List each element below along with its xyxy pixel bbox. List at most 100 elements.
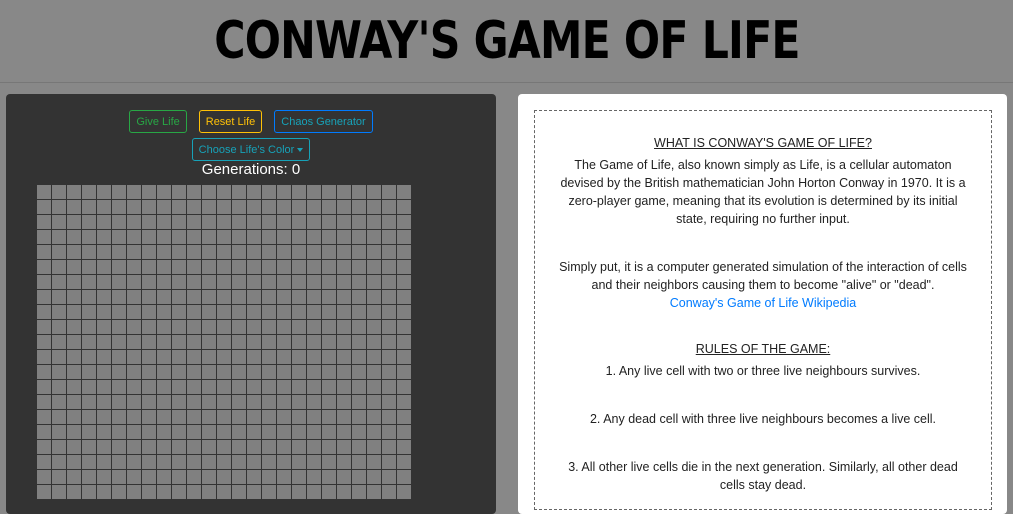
- grid-cell[interactable]: [232, 320, 246, 334]
- grid-cell[interactable]: [187, 275, 201, 289]
- grid-cell[interactable]: [232, 395, 246, 409]
- grid-cell[interactable]: [307, 365, 321, 379]
- grid-cell[interactable]: [67, 305, 81, 319]
- grid-cell[interactable]: [112, 230, 126, 244]
- grid-cell[interactable]: [337, 275, 351, 289]
- grid-cell[interactable]: [352, 320, 366, 334]
- grid-cell[interactable]: [157, 470, 171, 484]
- grid-cell[interactable]: [142, 365, 156, 379]
- grid-cell[interactable]: [67, 470, 81, 484]
- grid-cell[interactable]: [292, 410, 306, 424]
- grid-cell[interactable]: [187, 395, 201, 409]
- grid-cell[interactable]: [142, 185, 156, 199]
- grid-cell[interactable]: [292, 440, 306, 454]
- grid-cell[interactable]: [367, 230, 381, 244]
- grid-cell[interactable]: [247, 305, 261, 319]
- grid-cell[interactable]: [382, 245, 396, 259]
- grid-cell[interactable]: [112, 215, 126, 229]
- grid-cell[interactable]: [127, 260, 141, 274]
- grid-cell[interactable]: [292, 260, 306, 274]
- grid-cell[interactable]: [277, 275, 291, 289]
- life-grid[interactable]: [37, 185, 411, 499]
- grid-cell[interactable]: [157, 335, 171, 349]
- grid-cell[interactable]: [172, 470, 186, 484]
- grid-cell[interactable]: [292, 425, 306, 439]
- grid-cell[interactable]: [292, 470, 306, 484]
- wikipedia-link[interactable]: Conway's Game of Life Wikipedia: [670, 296, 857, 310]
- grid-cell[interactable]: [367, 320, 381, 334]
- grid-cell[interactable]: [367, 200, 381, 214]
- grid-cell[interactable]: [157, 410, 171, 424]
- grid-cell[interactable]: [232, 245, 246, 259]
- grid-cell[interactable]: [127, 380, 141, 394]
- grid-cell[interactable]: [157, 230, 171, 244]
- grid-cell[interactable]: [142, 260, 156, 274]
- grid-cell[interactable]: [262, 185, 276, 199]
- grid-cell[interactable]: [172, 185, 186, 199]
- grid-cell[interactable]: [262, 440, 276, 454]
- chaos-generator-button[interactable]: Chaos Generator: [274, 110, 373, 133]
- grid-cell[interactable]: [397, 275, 411, 289]
- grid-cell[interactable]: [232, 365, 246, 379]
- grid-cell[interactable]: [142, 350, 156, 364]
- grid-cell[interactable]: [82, 290, 96, 304]
- grid-cell[interactable]: [292, 380, 306, 394]
- grid-cell[interactable]: [232, 260, 246, 274]
- grid-cell[interactable]: [52, 245, 66, 259]
- grid-cell[interactable]: [382, 350, 396, 364]
- grid-cell[interactable]: [337, 350, 351, 364]
- grid-cell[interactable]: [352, 425, 366, 439]
- grid-cell[interactable]: [37, 440, 51, 454]
- grid-cell[interactable]: [127, 215, 141, 229]
- grid-cell[interactable]: [202, 200, 216, 214]
- grid-cell[interactable]: [37, 185, 51, 199]
- grid-cell[interactable]: [322, 425, 336, 439]
- grid-cell[interactable]: [157, 215, 171, 229]
- grid-cell[interactable]: [37, 290, 51, 304]
- grid-cell[interactable]: [157, 350, 171, 364]
- grid-cell[interactable]: [217, 320, 231, 334]
- grid-cell[interactable]: [352, 200, 366, 214]
- grid-cell[interactable]: [352, 230, 366, 244]
- grid-cell[interactable]: [217, 305, 231, 319]
- grid-cell[interactable]: [82, 440, 96, 454]
- grid-cell[interactable]: [397, 365, 411, 379]
- grid-cell[interactable]: [367, 215, 381, 229]
- grid-cell[interactable]: [67, 320, 81, 334]
- grid-cell[interactable]: [292, 335, 306, 349]
- grid-cell[interactable]: [82, 350, 96, 364]
- grid-cell[interactable]: [82, 200, 96, 214]
- grid-cell[interactable]: [202, 320, 216, 334]
- grid-cell[interactable]: [97, 470, 111, 484]
- grid-cell[interactable]: [67, 200, 81, 214]
- grid-cell[interactable]: [52, 395, 66, 409]
- grid-cell[interactable]: [247, 230, 261, 244]
- grid-cell[interactable]: [307, 410, 321, 424]
- grid-cell[interactable]: [127, 245, 141, 259]
- grid-cell[interactable]: [202, 260, 216, 274]
- grid-cell[interactable]: [52, 470, 66, 484]
- grid-cell[interactable]: [352, 245, 366, 259]
- grid-cell[interactable]: [277, 305, 291, 319]
- grid-cell[interactable]: [367, 185, 381, 199]
- grid-cell[interactable]: [322, 245, 336, 259]
- grid-cell[interactable]: [97, 245, 111, 259]
- grid-cell[interactable]: [37, 335, 51, 349]
- grid-cell[interactable]: [277, 230, 291, 244]
- grid-cell[interactable]: [247, 395, 261, 409]
- grid-cell[interactable]: [142, 380, 156, 394]
- grid-cell[interactable]: [322, 335, 336, 349]
- grid-cell[interactable]: [397, 470, 411, 484]
- grid-cell[interactable]: [247, 350, 261, 364]
- grid-cell[interactable]: [202, 305, 216, 319]
- grid-cell[interactable]: [127, 230, 141, 244]
- grid-cell[interactable]: [37, 365, 51, 379]
- grid-cell[interactable]: [157, 395, 171, 409]
- grid-cell[interactable]: [367, 365, 381, 379]
- grid-cell[interactable]: [397, 260, 411, 274]
- grid-cell[interactable]: [127, 290, 141, 304]
- grid-cell[interactable]: [37, 215, 51, 229]
- grid-cell[interactable]: [262, 335, 276, 349]
- grid-cell[interactable]: [142, 470, 156, 484]
- grid-cell[interactable]: [127, 335, 141, 349]
